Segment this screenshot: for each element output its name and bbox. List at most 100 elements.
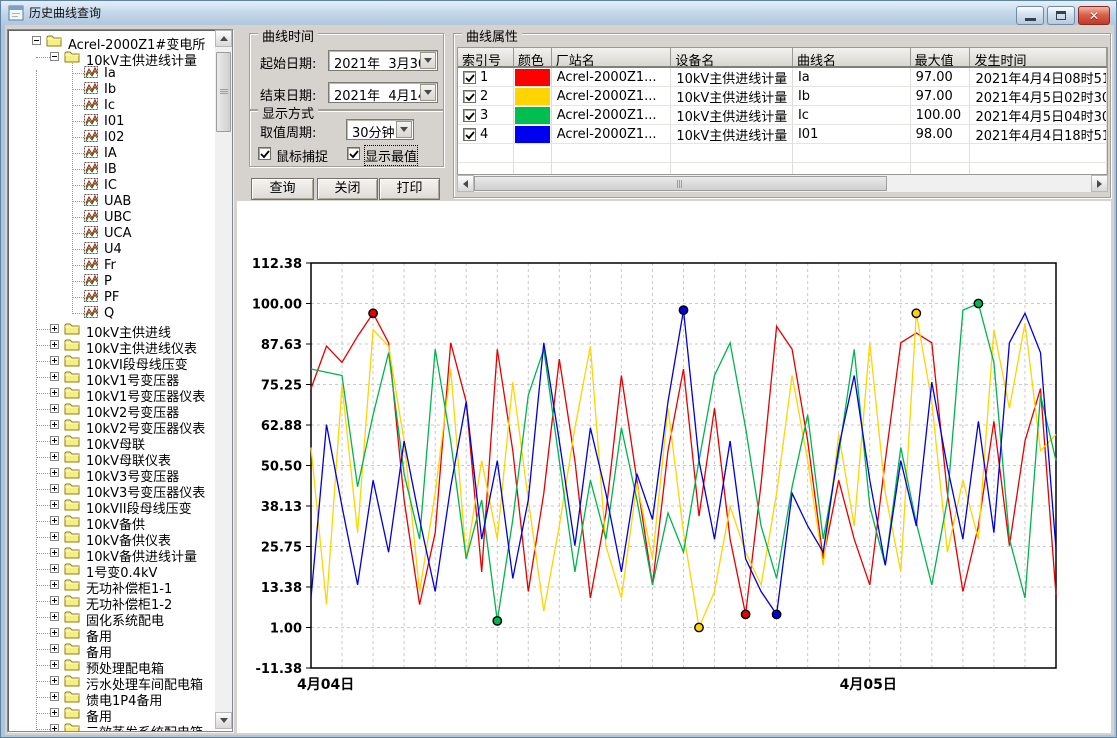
expand-icon[interactable]	[50, 708, 59, 717]
expand-icon[interactable]	[50, 612, 59, 621]
end-date-picker[interactable]: 2021年 4月14	[328, 82, 438, 103]
tree-curve-item[interactable]: IC	[8, 177, 215, 193]
tree-curve-item[interactable]: I02	[8, 129, 215, 145]
tree-curve-item[interactable]: Ia	[8, 65, 215, 81]
tree-folder-item[interactable]: 备用	[8, 641, 215, 657]
close-window-button[interactable]: 关闭	[317, 178, 378, 200]
tree-folder-item[interactable]: 10kV3号变压器仪表	[8, 481, 215, 497]
scroll-left-button[interactable]	[457, 175, 474, 192]
tree-curve-item[interactable]: P	[8, 273, 215, 289]
expand-icon[interactable]	[50, 516, 59, 525]
table-column-header[interactable]: 颜色	[514, 48, 552, 66]
expand-icon[interactable]	[50, 580, 59, 589]
mouse-capture-checkbox[interactable]	[258, 147, 271, 160]
start-date-picker[interactable]: 2021年 3月30	[328, 50, 438, 71]
tree-folder-item[interactable]: 10kV2号变压器仪表	[8, 417, 215, 433]
end-date-dropdown-button[interactable]	[420, 84, 436, 101]
scroll-thumb[interactable]	[216, 52, 231, 132]
expand-icon[interactable]	[50, 468, 59, 477]
expand-icon[interactable]	[50, 436, 59, 445]
tree-folder-item[interactable]: Acrel-2000Z1#变电所	[8, 33, 215, 49]
tree-folder-item[interactable]: 10kV备供	[8, 513, 215, 529]
table-column-header[interactable]: 厂站名	[552, 48, 672, 66]
tree-folder-item[interactable]: 10kV母联	[8, 433, 215, 449]
period-dropdown-button[interactable]	[396, 121, 412, 138]
tree-curve-item[interactable]: Q	[8, 305, 215, 321]
tree-folder-item[interactable]: 固化系统配电	[8, 609, 215, 625]
expand-icon[interactable]	[50, 548, 59, 557]
tree-folder-item[interactable]: 1号变0.4kV	[8, 561, 215, 577]
query-button[interactable]: 查询	[251, 178, 314, 200]
tree-curve-item[interactable]: Ic	[8, 97, 215, 113]
tree-folder-item[interactable]: 10kV1号变压器	[8, 369, 215, 385]
table-column-header[interactable]: 发生时间	[970, 48, 1107, 66]
expand-icon[interactable]	[50, 420, 59, 429]
expand-icon[interactable]	[50, 676, 59, 685]
tree-folder-item[interactable]: 10kVII段母线压变	[8, 497, 215, 513]
table-row[interactable]: 3Acrel-2000Z1...10kV主供进线计量Ic100.002021年4…	[458, 106, 1107, 125]
scroll-right-button[interactable]	[1091, 175, 1108, 192]
expand-icon[interactable]	[50, 404, 59, 413]
tree-folder-item[interactable]: 10kV备供进线计量	[8, 545, 215, 561]
expand-icon[interactable]	[50, 724, 59, 731]
tree-folder-item[interactable]: 10kV主供进线计量	[8, 49, 215, 65]
tree-curve-item[interactable]: U4	[8, 241, 215, 257]
expand-icon[interactable]	[50, 324, 59, 333]
expand-icon[interactable]	[50, 532, 59, 541]
tree-folder-item[interactable]: 污水处理车间配电箱	[8, 673, 215, 689]
tree-curve-item[interactable]: IB	[8, 161, 215, 177]
expand-icon[interactable]	[50, 628, 59, 637]
table-column-header[interactable]: 最大值	[911, 48, 971, 66]
tree-curve-item[interactable]: Fr	[8, 257, 215, 273]
scroll-up-button[interactable]	[215, 30, 232, 47]
maximize-button[interactable]	[1047, 6, 1075, 25]
scroll-thumb[interactable]	[474, 176, 887, 191]
tree-folder-item[interactable]: 10kV母联仪表	[8, 449, 215, 465]
tree-curve-item[interactable]: IA	[8, 145, 215, 161]
tree-folder-item[interactable]: 10kV主供进线	[8, 321, 215, 337]
tree-folder-item[interactable]: 预处理配电箱	[8, 657, 215, 673]
table-horizontal-scrollbar[interactable]	[457, 175, 1108, 192]
table-row[interactable]: 4Acrel-2000Z1...10kV主供进线计量I0198.002021年4…	[458, 125, 1107, 144]
expand-icon[interactable]	[50, 644, 59, 653]
tree-curve-item[interactable]: UAB	[8, 193, 215, 209]
table-column-header[interactable]: 索引号	[458, 48, 514, 66]
expand-icon[interactable]	[50, 452, 59, 461]
row-checkbox[interactable]	[463, 90, 476, 103]
scroll-down-button[interactable]	[215, 712, 232, 729]
table-row[interactable]: 2Acrel-2000Z1...10kV主供进线计量Ib97.002021年4月…	[458, 87, 1107, 106]
tree-folder-item[interactable]: 无功补偿柜1-2	[8, 593, 215, 609]
expand-icon[interactable]	[50, 340, 59, 349]
expand-icon[interactable]	[50, 356, 59, 365]
show-extremes-checkbox[interactable]	[347, 147, 360, 160]
collapse-icon[interactable]	[50, 52, 59, 61]
tree-folder-item[interactable]: 10kV主供进线仪表	[8, 337, 215, 353]
tree-vertical-scrollbar[interactable]	[215, 30, 232, 729]
tree-curve-item[interactable]: PF	[8, 289, 215, 305]
close-button[interactable]: ✕	[1078, 6, 1110, 25]
tree-folder-item[interactable]: 10kVI段母线压变	[8, 353, 215, 369]
expand-icon[interactable]	[50, 564, 59, 573]
tree-curve-item[interactable]: UCA	[8, 225, 215, 241]
tree-curve-item[interactable]: Ib	[8, 81, 215, 97]
tree-folder-item[interactable]: 备用	[8, 705, 215, 721]
table-row[interactable]: 1Acrel-2000Z1...10kV主供进线计量Ia97.002021年4月…	[458, 68, 1107, 87]
collapse-icon[interactable]	[32, 36, 41, 45]
table-column-header[interactable]: 曲线名	[793, 48, 911, 66]
expand-icon[interactable]	[50, 660, 59, 669]
table-column-header[interactable]: 设备名	[671, 48, 793, 66]
tree-folder-item[interactable]: 馈电1P4备用	[8, 689, 215, 705]
expand-icon[interactable]	[50, 372, 59, 381]
expand-icon[interactable]	[50, 388, 59, 397]
expand-icon[interactable]	[50, 692, 59, 701]
row-checkbox[interactable]	[463, 109, 476, 122]
tree-folder-item[interactable]: 10kV备供仪表	[8, 529, 215, 545]
tree-folder-item[interactable]: 备用	[8, 625, 215, 641]
tree-folder-item[interactable]: 10kV2号变压器	[8, 401, 215, 417]
start-date-dropdown-button[interactable]	[420, 52, 436, 69]
tree-folder-item[interactable]: 无功补偿柜1-1	[8, 577, 215, 593]
tree-folder-item[interactable]: 三效蒸发系统配电箱	[8, 721, 215, 731]
tree-folder-item[interactable]: 10kV1号变压器仪表	[8, 385, 215, 401]
expand-icon[interactable]	[50, 484, 59, 493]
print-button[interactable]: 打印	[379, 178, 440, 200]
